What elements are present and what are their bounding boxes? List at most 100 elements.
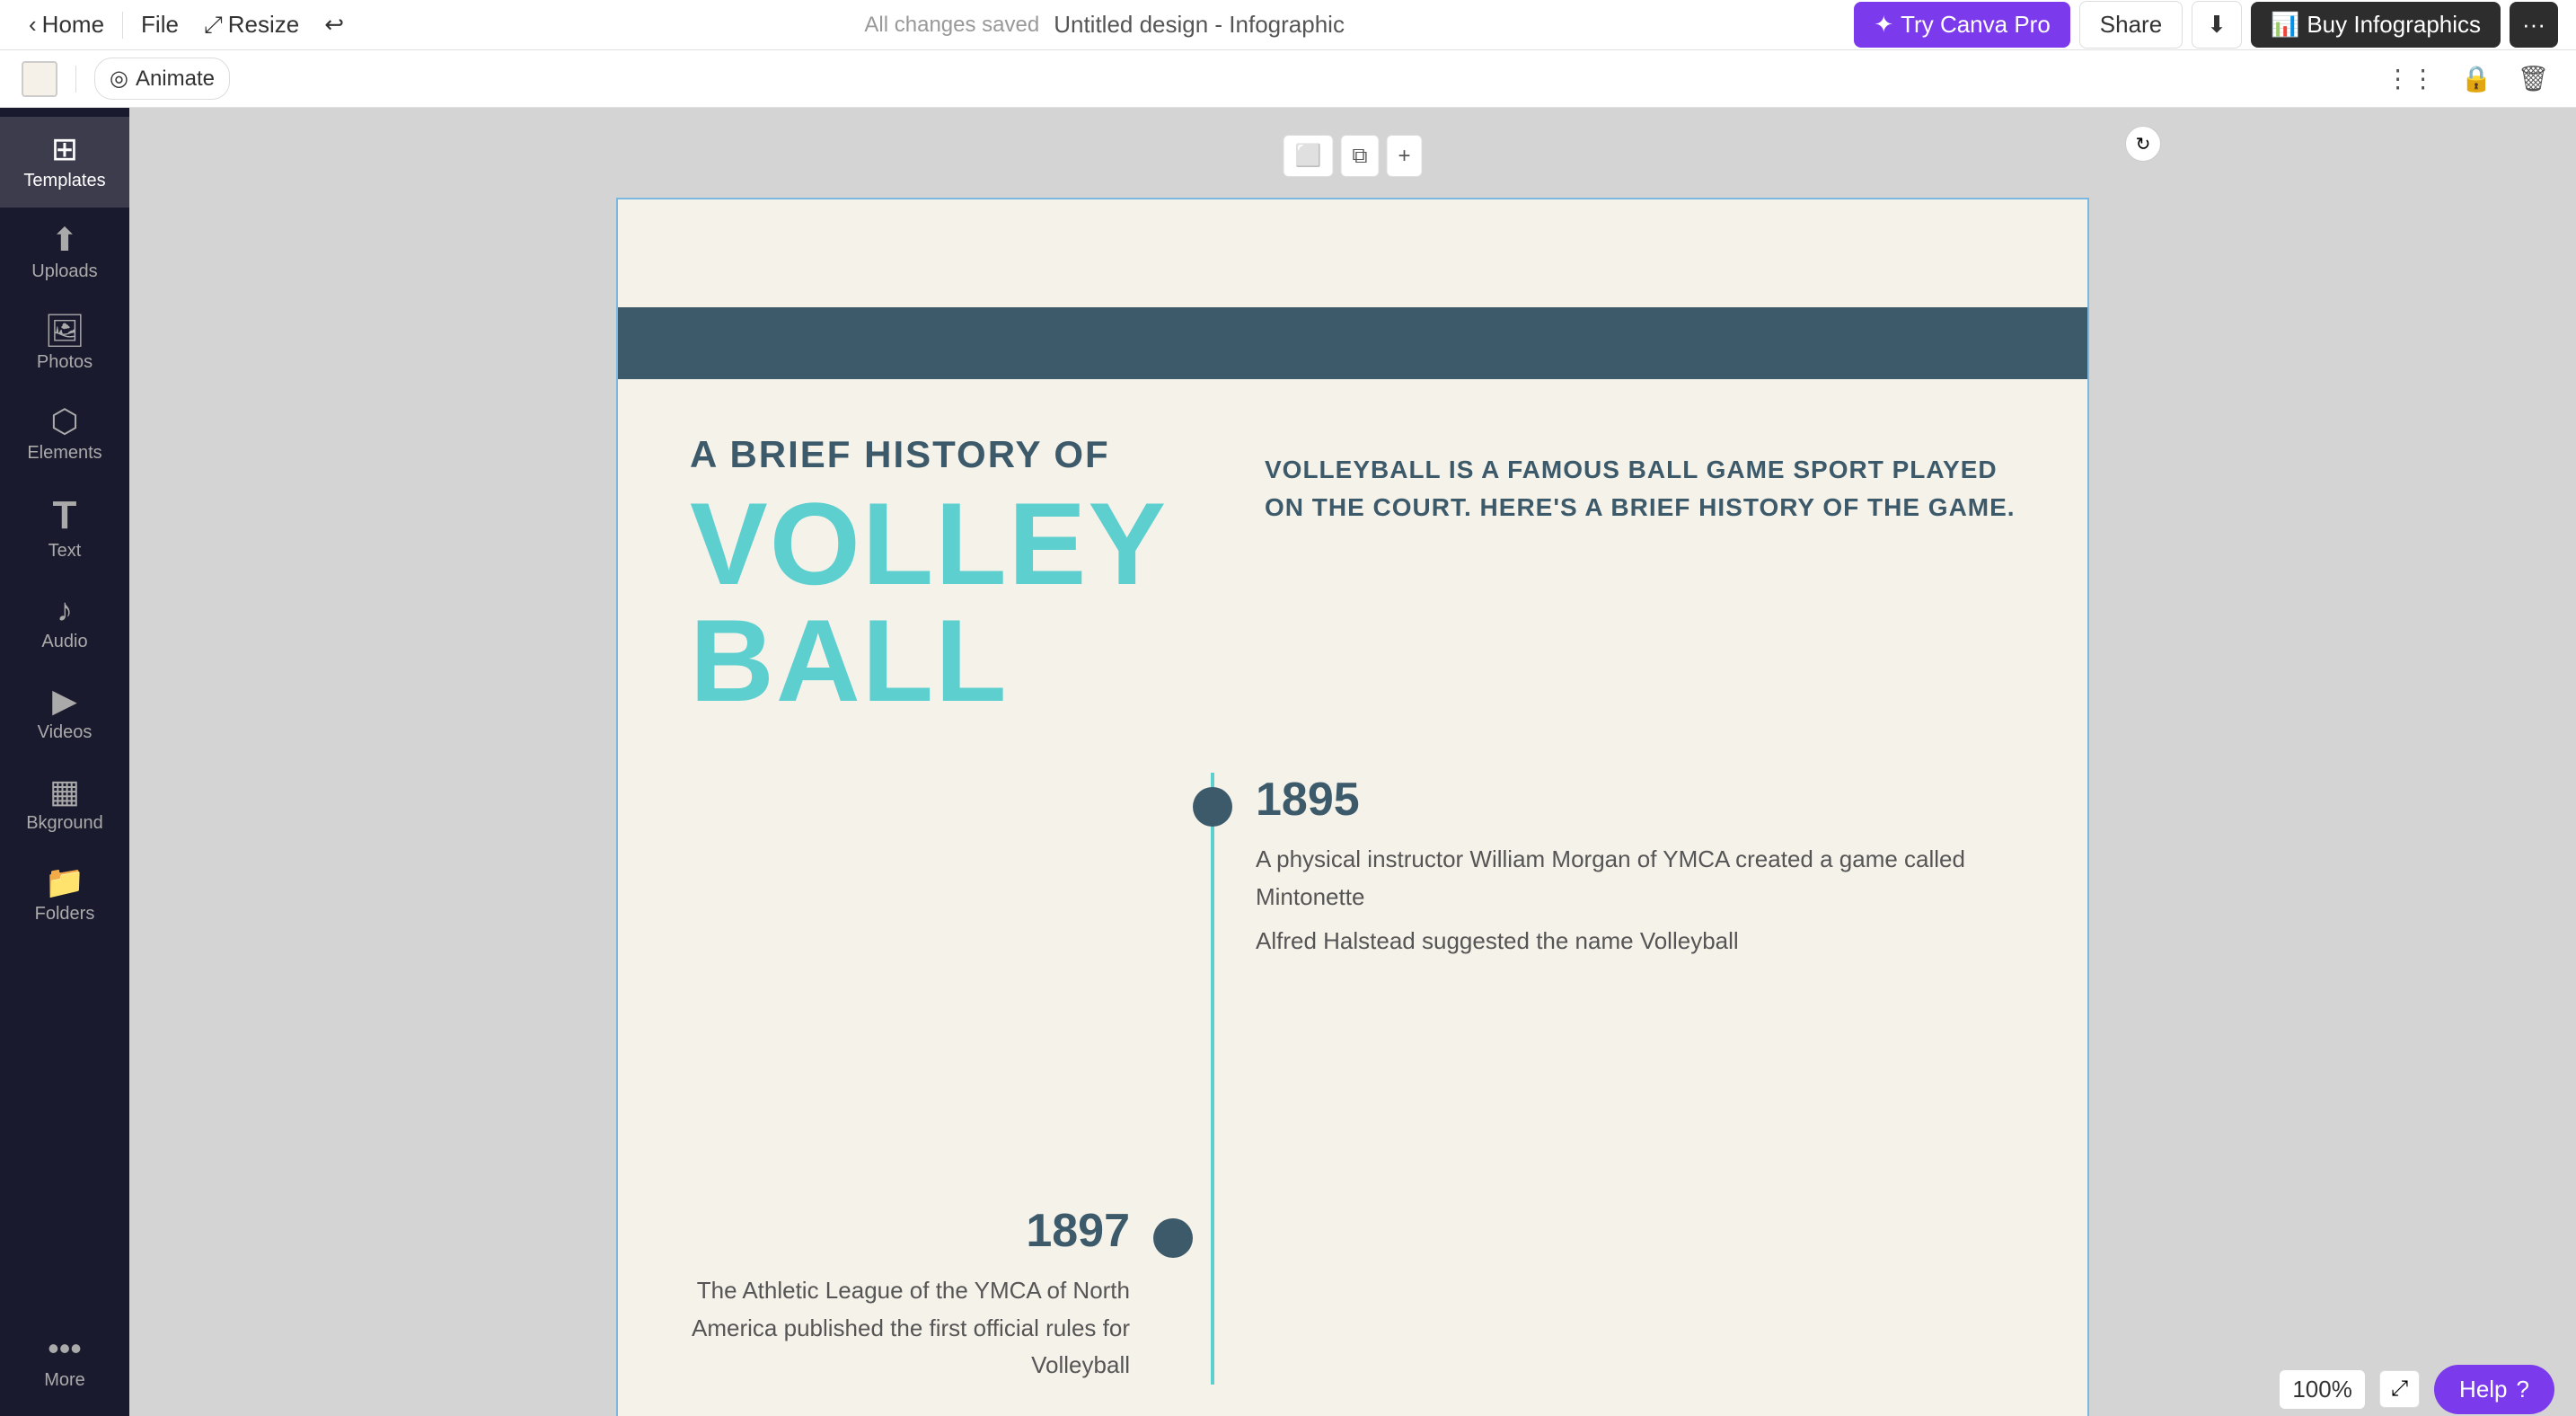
- canvas-toolbar: ⬜ ⧉ +: [1283, 135, 1422, 177]
- year-1897: 1897: [690, 1204, 1130, 1258]
- sidebar-label-more: More: [44, 1370, 85, 1391]
- animate-label: Animate: [136, 66, 215, 92]
- canvas-area[interactable]: ⬜ ⧉ + ↻: [129, 108, 2576, 1416]
- infographic-canvas[interactable]: A BRIEF HISTORY OF VOLLEY BALL VOLLEYBAL…: [616, 198, 2089, 1416]
- trash-button[interactable]: 🗑: [2511, 58, 2554, 99]
- sidebar-label-videos: Videos: [38, 722, 93, 743]
- more-options-button[interactable]: ···: [2510, 2, 2558, 48]
- sidebar-item-photos[interactable]: 🖼 Photos: [0, 298, 129, 389]
- elements-icon: ⬡: [50, 405, 78, 438]
- trash-icon: 🗑: [2517, 65, 2549, 93]
- sidebar-item-templates[interactable]: ⊞ Templates: [0, 117, 129, 208]
- templates-icon: ⊞: [51, 133, 78, 165]
- bkground-icon: ▦: [49, 775, 80, 808]
- infographic-content: A BRIEF HISTORY OF VOLLEY BALL VOLLEYBAL…: [618, 379, 2087, 1416]
- download-icon: ⬇: [2207, 11, 2227, 39]
- nav-divider: [122, 12, 123, 39]
- sidebar-item-bkground[interactable]: ▦ Bkground: [0, 759, 129, 850]
- share-button[interactable]: Share: [2079, 1, 2183, 49]
- sidebar-item-elements[interactable]: ⬡ Elements: [0, 389, 129, 480]
- undo-icon: ↩: [324, 11, 344, 39]
- main-layout: ⊞ Templates ⬆ Uploads 🖼 Photos ⬡ Element…: [0, 108, 2576, 1416]
- sidebar-item-more[interactable]: ••• More: [0, 1316, 129, 1407]
- sidebar-label-bkground: Bkground: [26, 813, 103, 834]
- sidebar-label-audio: Audio: [41, 632, 87, 652]
- undo-button[interactable]: ↩: [313, 5, 355, 44]
- rotate-icon: ↻: [2136, 133, 2151, 155]
- resize-button[interactable]: ⤢ Resize: [193, 5, 310, 45]
- audio-icon: ♪: [57, 594, 73, 626]
- canvas-note-button[interactable]: ⬜: [1283, 135, 1333, 177]
- top-bar-center: All changes saved Untitled design - Info…: [362, 11, 1847, 39]
- timeline-section: 1897 The Athletic League of the YMCA of …: [690, 773, 2016, 1385]
- try-pro-button[interactable]: ✦ Try Canva Pro: [1854, 2, 2069, 48]
- secondary-bar-right: ⋮⋮ 🔒 🗑: [2380, 58, 2554, 99]
- canvas-add-button[interactable]: +: [1387, 135, 1423, 177]
- expand-icon: ⤢: [2391, 1376, 2408, 1401]
- title-main-line1: VOLLEY: [690, 478, 1168, 609]
- sidebar-label-photos: Photos: [37, 352, 93, 373]
- infographic-header-cream: [618, 199, 2087, 307]
- file-label: File: [141, 11, 179, 39]
- timeline-left-entry-1897: 1897 The Athletic League of the YMCA of …: [690, 1204, 1193, 1385]
- photos-icon: 🖼: [44, 314, 85, 347]
- grid-icon-button[interactable]: ⋮⋮: [2380, 58, 2441, 99]
- animate-button[interactable]: ◎ Animate: [94, 58, 230, 100]
- zoom-level: 100%: [2280, 1370, 2365, 1409]
- home-button[interactable]: ‹ Home: [18, 5, 115, 44]
- buy-button[interactable]: 📊 Buy Infographics: [2251, 2, 2501, 48]
- help-icon: ?: [2517, 1376, 2529, 1403]
- help-button[interactable]: Help ?: [2434, 1365, 2554, 1414]
- infographic-header-dark: [618, 307, 2087, 379]
- sidebar-label-uploads: Uploads: [31, 261, 97, 282]
- try-pro-label: Try Canva Pro: [1901, 11, 2051, 39]
- sidebar-label-folders: Folders: [35, 904, 95, 925]
- secondary-divider: [75, 66, 76, 93]
- sidebar-item-audio[interactable]: ♪ Audio: [0, 578, 129, 668]
- canvas-copy-button[interactable]: ⧉: [1340, 135, 1379, 177]
- buy-label: Buy Infographics: [2307, 11, 2481, 39]
- timeline-right: 1895 A physical instructor William Morga…: [1193, 773, 2016, 1385]
- top-bar-left: ‹ Home File ⤢ Resize ↩: [18, 5, 355, 45]
- videos-icon: ▶: [52, 685, 77, 717]
- help-label: Help: [2459, 1376, 2507, 1403]
- more-icon: •••: [48, 1332, 82, 1365]
- top-bar: ‹ Home File ⤢ Resize ↩ All changes saved…: [0, 0, 2576, 50]
- secondary-bar: ◎ Animate ⋮⋮ 🔒 🗑: [0, 50, 2576, 108]
- animate-icon: ◎: [110, 66, 128, 92]
- resize-label: Resize: [228, 11, 299, 39]
- timeline-dot-1895: [1193, 787, 1232, 827]
- chart-icon: 📊: [2271, 11, 2299, 39]
- timeline-left: 1897 The Athletic League of the YMCA of …: [690, 773, 1193, 1385]
- home-label: Home: [42, 11, 104, 39]
- title-main-line2: BALL: [690, 595, 1009, 726]
- download-button[interactable]: ⬇: [2192, 1, 2242, 49]
- grid-icon: ⋮⋮: [2386, 65, 2436, 93]
- sidebar-label-elements: Elements: [27, 443, 101, 464]
- top-bar-right: ✦ Try Canva Pro Share ⬇ 📊 Buy Infographi…: [1854, 1, 2558, 49]
- more-options-icon: ···: [2522, 11, 2545, 38]
- sidebar-item-text[interactable]: T Text: [0, 480, 129, 578]
- folders-icon: 📁: [45, 866, 85, 898]
- timeline-dot-left-1897: [1153, 1218, 1193, 1258]
- color-swatch[interactable]: [22, 61, 57, 97]
- uploads-icon: ⬆: [51, 224, 78, 256]
- resize-icon: ⤢: [204, 11, 223, 40]
- title-main: VOLLEY BALL: [690, 485, 1193, 719]
- timeline-entry-1895: 1895 A physical instructor William Morga…: [1193, 773, 2016, 960]
- title-right: VOLLEYBALL IS A FAMOUS BALL GAME SPORT P…: [1265, 433, 2016, 719]
- sidebar-item-videos[interactable]: ▶ Videos: [0, 668, 129, 759]
- timeline-text-1895-1: Alfred Halstead suggested the name Volle…: [1256, 923, 2016, 960]
- file-button[interactable]: File: [130, 5, 190, 44]
- title-left: A BRIEF HISTORY OF VOLLEY BALL: [690, 433, 1193, 719]
- design-title: Untitled design - Infographic: [1054, 11, 1345, 39]
- copy-icon: ⧉: [1352, 144, 1367, 169]
- zoom-expand-button[interactable]: ⤢: [2379, 1370, 2420, 1408]
- sidebar-item-uploads[interactable]: ⬆ Uploads: [0, 208, 129, 298]
- chevron-left-icon: ‹: [29, 11, 37, 39]
- lock-button[interactable]: 🔒: [2456, 58, 2498, 99]
- sidebar: ⊞ Templates ⬆ Uploads 🖼 Photos ⬡ Element…: [0, 108, 129, 1416]
- rotate-handle[interactable]: ↻: [2125, 126, 2161, 162]
- sidebar-item-folders[interactable]: 📁 Folders: [0, 850, 129, 941]
- note-icon: ⬜: [1294, 143, 1321, 169]
